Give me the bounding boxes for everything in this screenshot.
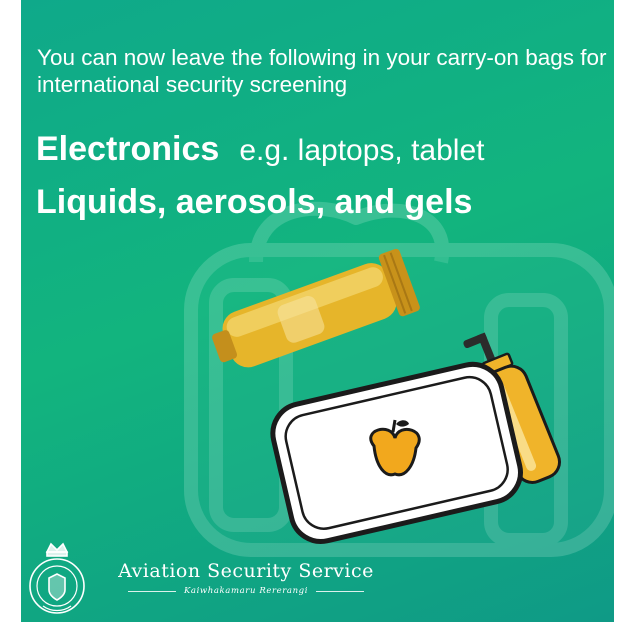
brand-subtitle: Kaiwhakamaru Rererangi <box>183 586 309 596</box>
divider <box>127 590 176 592</box>
crest-icon <box>27 540 87 618</box>
brand: Aviation Security Service Kaiwhakamaru R… <box>101 560 391 596</box>
divider <box>316 590 365 592</box>
brand-subtitle-row: Kaiwhakamaru Rererangi <box>101 586 391 596</box>
brand-name: Aviation Security Service <box>118 560 374 582</box>
item-title: Electronics <box>36 130 220 168</box>
item-liquids: Liquids, aerosols, and gels <box>36 183 472 222</box>
campaign-card: You can now leave the following in your … <box>21 0 614 622</box>
item-example: e.g. laptops, tablet <box>239 134 485 167</box>
item-electronics: Electronics e.g. laptops, tablet <box>36 130 484 169</box>
item-title: Liquids, aerosols, and gels <box>36 183 473 221</box>
headline: You can now leave the following in your … <box>37 45 607 97</box>
